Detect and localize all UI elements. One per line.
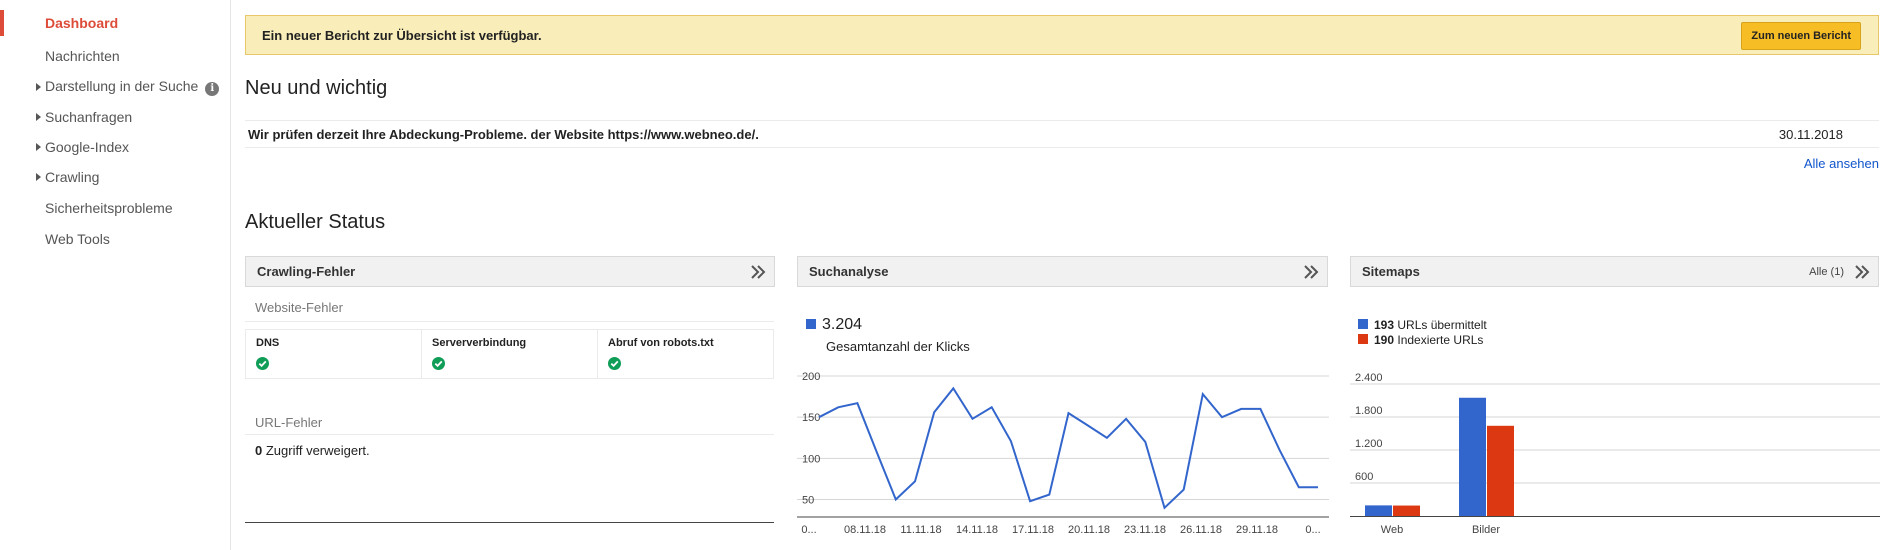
sidebar-item-label: Google-Index <box>45 139 130 155</box>
submitted-label: URLs übermittelt <box>1394 318 1487 332</box>
y-tick-label: 100 <box>802 453 820 465</box>
clicks-line-chart: 200 150 100 50 0... 08.11.18 11.11.18 14.11.18 1… <box>797 371 1329 536</box>
news-row[interactable]: Wir prüfen derzeit Ihre Abdeckung-Proble… <box>245 120 1879 148</box>
x-tick-label: 08.11.18 <box>844 524 886 536</box>
see-all-link[interactable]: Alle ansehen <box>1804 156 1879 171</box>
y-tick-label: 200 <box>802 371 820 383</box>
y-tick-label: 2.400 <box>1355 372 1383 384</box>
url-errors-text: Zugriff verweigert. <box>262 443 370 458</box>
news-date: 30.11.2018 <box>1778 126 1843 142</box>
sidebar-item-label: Darstellung in der Suche i <box>45 78 220 96</box>
y-tick-label: 50 <box>802 495 814 507</box>
submitted-legend: 193 URLs übermittelt <box>1358 318 1487 332</box>
x-tick-label: 20.11.18 <box>1068 524 1110 536</box>
sidebar-item-dashboard[interactable]: Dashboard <box>0 10 230 36</box>
divider <box>245 321 774 322</box>
bar-bilder-submitted <box>1459 397 1486 516</box>
sitemaps-title: Sitemaps <box>1362 264 1420 279</box>
bar-web-indexed <box>1393 505 1420 516</box>
server-connection-label: Serververbindung <box>432 337 527 349</box>
search-analytics-title: Suchanalyse <box>809 264 889 279</box>
crawl-errors-title: Crawling-Fehler <box>257 264 356 279</box>
sidebar-item-nachrichten[interactable]: Nachrichten <box>0 43 230 69</box>
x-tick-label: 23.11.18 <box>1124 524 1166 536</box>
site-errors-label: Website-Fehler <box>255 300 343 315</box>
y-tick-label: 1.800 <box>1355 405 1383 417</box>
x-tick-label: 29.11.18 <box>1236 524 1278 536</box>
sitemaps-bar-chart: 2.400 1.800 1.200 600 Web Bilder <box>1350 372 1880 536</box>
x-category-label: Bilder <box>1472 524 1500 536</box>
check-circle-icon <box>608 357 621 370</box>
x-tick-label: 11.11.18 <box>900 524 941 536</box>
sitemaps-all-link[interactable]: Alle (1) <box>1809 266 1844 278</box>
sidebar-item-web-tools[interactable]: Web Tools <box>0 226 230 252</box>
indexed-count: 190 <box>1374 333 1395 347</box>
x-tick-label: 0... <box>801 524 816 536</box>
sidebar-item-label: Web Tools <box>45 231 110 247</box>
search-analytics-header[interactable]: Suchanalyse <box>797 256 1328 287</box>
check-circle-icon <box>256 357 269 370</box>
sidebar-item-text: Darstellung in der Suche <box>45 78 199 95</box>
double-chevron-right-icon[interactable] <box>1852 262 1872 282</box>
sidebar-item-sicherheitsprobleme[interactable]: Sicherheitsprobleme <box>0 195 230 221</box>
double-chevron-right-icon[interactable] <box>1301 262 1321 282</box>
sidebar-item-label: Nachrichten <box>45 48 120 64</box>
url-errors-summary[interactable]: 0 Zugriff verweigert. <box>255 443 370 458</box>
site-errors-table: DNS Serververbindung Abruf von robots.tx… <box>245 329 774 379</box>
clicks-legend-swatch <box>806 319 816 329</box>
clicks-total-label: Gesamtanzahl der Klicks <box>826 339 970 354</box>
caret-right-icon <box>36 173 41 181</box>
banner-text: Ein neuer Bericht zur Übersicht ist verf… <box>262 27 542 43</box>
url-errors-label: URL-Fehler <box>255 415 323 430</box>
sidebar-item-label: Dashboard <box>45 15 119 31</box>
sidebar-item-label: Sicherheitsprobleme <box>45 200 173 216</box>
clicks-total: 3.204 <box>822 316 863 333</box>
new-report-banner: Ein neuer Bericht zur Übersicht ist verf… <box>245 15 1879 55</box>
caret-right-icon <box>36 143 41 151</box>
x-tick-label: 14.11.18 <box>956 524 998 536</box>
sitemaps-header[interactable]: Sitemaps Alle (1) <box>1350 256 1879 287</box>
y-tick-label: 1.200 <box>1355 438 1383 450</box>
sidebar-item-darstellung-in-der-suche[interactable]: Darstellung in der Suche i <box>0 74 230 100</box>
x-tick-label: 0... <box>1305 524 1320 536</box>
x-tick-label: 17.11.18 <box>1012 524 1054 536</box>
caret-right-icon <box>36 83 41 91</box>
sidebar-item-crawling[interactable]: Crawling <box>0 164 230 190</box>
clicks-series-line <box>818 386 1318 510</box>
x-tick-label: 26.11.18 <box>1180 524 1222 536</box>
sidebar-item-google-index[interactable]: Google-Index <box>0 134 230 160</box>
sidebar-item-label: Suchanfragen <box>45 109 133 125</box>
sidebar: Dashboard Nachrichten Darstellung in der S… <box>0 0 231 550</box>
caret-right-icon <box>36 113 41 121</box>
x-category-label: Web <box>1381 524 1403 536</box>
new-report-button[interactable]: Zum neuen Bericht <box>1741 22 1861 50</box>
bar-bilder-indexed <box>1487 425 1514 516</box>
y-tick-label: 600 <box>1355 471 1373 483</box>
y-tick-label: 150 <box>802 412 820 424</box>
divider <box>245 434 774 435</box>
crawl-errors-header[interactable]: Crawling-Fehler <box>245 256 775 287</box>
dns-check-cell[interactable]: DNS <box>246 330 422 378</box>
robots-txt-label: Abruf von robots.txt <box>608 337 714 349</box>
indexed-swatch <box>1358 334 1368 344</box>
news-section-title: Neu und wichtig <box>245 77 388 99</box>
check-circle-icon <box>432 357 445 370</box>
server-connection-cell[interactable]: Serververbindung <box>422 330 598 378</box>
info-icon[interactable]: i <box>205 81 220 96</box>
robots-txt-cell[interactable]: Abruf von robots.txt <box>598 330 773 378</box>
sidebar-item-suchanfragen[interactable]: Suchanfragen <box>0 104 230 130</box>
clicks-metric: 3.204 <box>806 316 862 334</box>
sidebar-item-label: Crawling <box>45 169 100 185</box>
indexed-label: Indexierte URLs <box>1394 333 1484 347</box>
submitted-count: 193 <box>1374 318 1395 332</box>
status-section-title: Aktueller Status <box>245 211 386 233</box>
news-text: Wir prüfen derzeit Ihre Abdeckung-Proble… <box>248 126 759 142</box>
double-chevron-right-icon[interactable] <box>748 262 768 282</box>
indexed-legend: 190 Indexierte URLs <box>1358 333 1483 347</box>
card-bottom-line <box>245 522 774 523</box>
bar-web-submitted <box>1365 505 1392 516</box>
dns-label: DNS <box>256 337 280 349</box>
submitted-swatch <box>1358 319 1368 329</box>
